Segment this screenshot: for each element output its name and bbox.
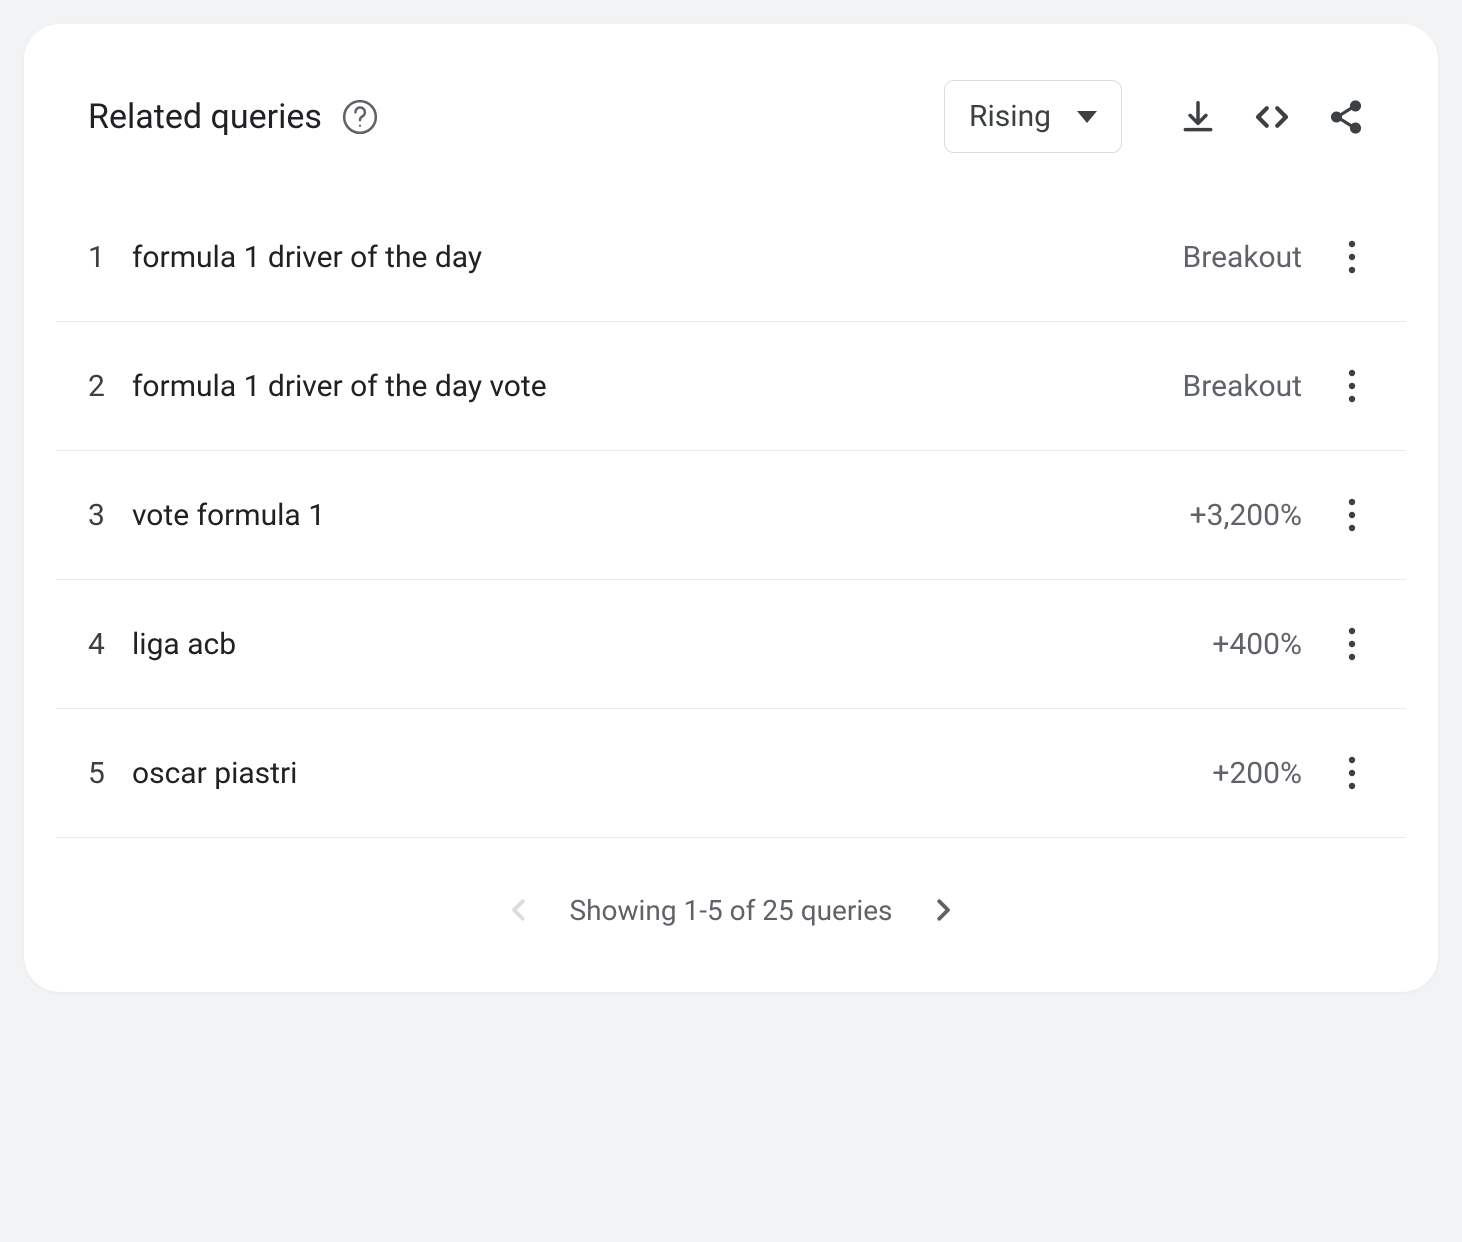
query-row[interactable]: 3 vote formula 1 +3,200% xyxy=(56,451,1406,580)
query-value: +3,200% xyxy=(1190,498,1302,533)
query-rank: 5 xyxy=(88,756,132,791)
query-rank: 4 xyxy=(88,627,132,662)
prev-page-button xyxy=(497,888,541,932)
query-row[interactable]: 2 formula 1 driver of the day vote Break… xyxy=(56,322,1406,451)
pagination-text: Showing 1-5 of 25 queries xyxy=(569,894,892,927)
query-text: liga acb xyxy=(132,627,1212,662)
query-value: +400% xyxy=(1212,627,1302,662)
query-row[interactable]: 5 oscar piastri +200% xyxy=(56,709,1406,838)
query-text: vote formula 1 xyxy=(132,498,1190,533)
query-list: 1 formula 1 driver of the day Breakout 2… xyxy=(24,193,1438,838)
query-text: oscar piastri xyxy=(132,756,1212,791)
more-icon[interactable] xyxy=(1330,235,1374,279)
query-value: +200% xyxy=(1212,756,1302,791)
query-text: formula 1 driver of the day xyxy=(132,240,1183,275)
query-row[interactable]: 4 liga acb +400% xyxy=(56,580,1406,709)
more-icon[interactable] xyxy=(1330,493,1374,537)
related-queries-card: Related queries Rising xyxy=(24,24,1438,992)
sort-dropdown[interactable]: Rising xyxy=(944,80,1122,153)
more-icon[interactable] xyxy=(1330,622,1374,666)
download-icon[interactable] xyxy=(1170,89,1226,145)
more-icon[interactable] xyxy=(1330,364,1374,408)
query-value: Breakout xyxy=(1183,369,1302,404)
pagination-footer: Showing 1-5 of 25 queries xyxy=(24,838,1438,992)
query-row[interactable]: 1 formula 1 driver of the day Breakout xyxy=(56,193,1406,322)
help-icon[interactable] xyxy=(340,97,380,137)
query-text: formula 1 driver of the day vote xyxy=(132,369,1183,404)
next-page-button[interactable] xyxy=(921,888,965,932)
card-header: Related queries Rising xyxy=(24,24,1438,193)
query-rank: 3 xyxy=(88,498,132,533)
caret-down-icon xyxy=(1077,111,1097,123)
more-icon[interactable] xyxy=(1330,751,1374,795)
card-title: Related queries xyxy=(88,97,322,137)
query-rank: 1 xyxy=(88,240,132,275)
embed-icon[interactable] xyxy=(1244,89,1300,145)
share-icon[interactable] xyxy=(1318,89,1374,145)
query-value: Breakout xyxy=(1183,240,1302,275)
query-rank: 2 xyxy=(88,369,132,404)
dropdown-label: Rising xyxy=(969,99,1051,134)
